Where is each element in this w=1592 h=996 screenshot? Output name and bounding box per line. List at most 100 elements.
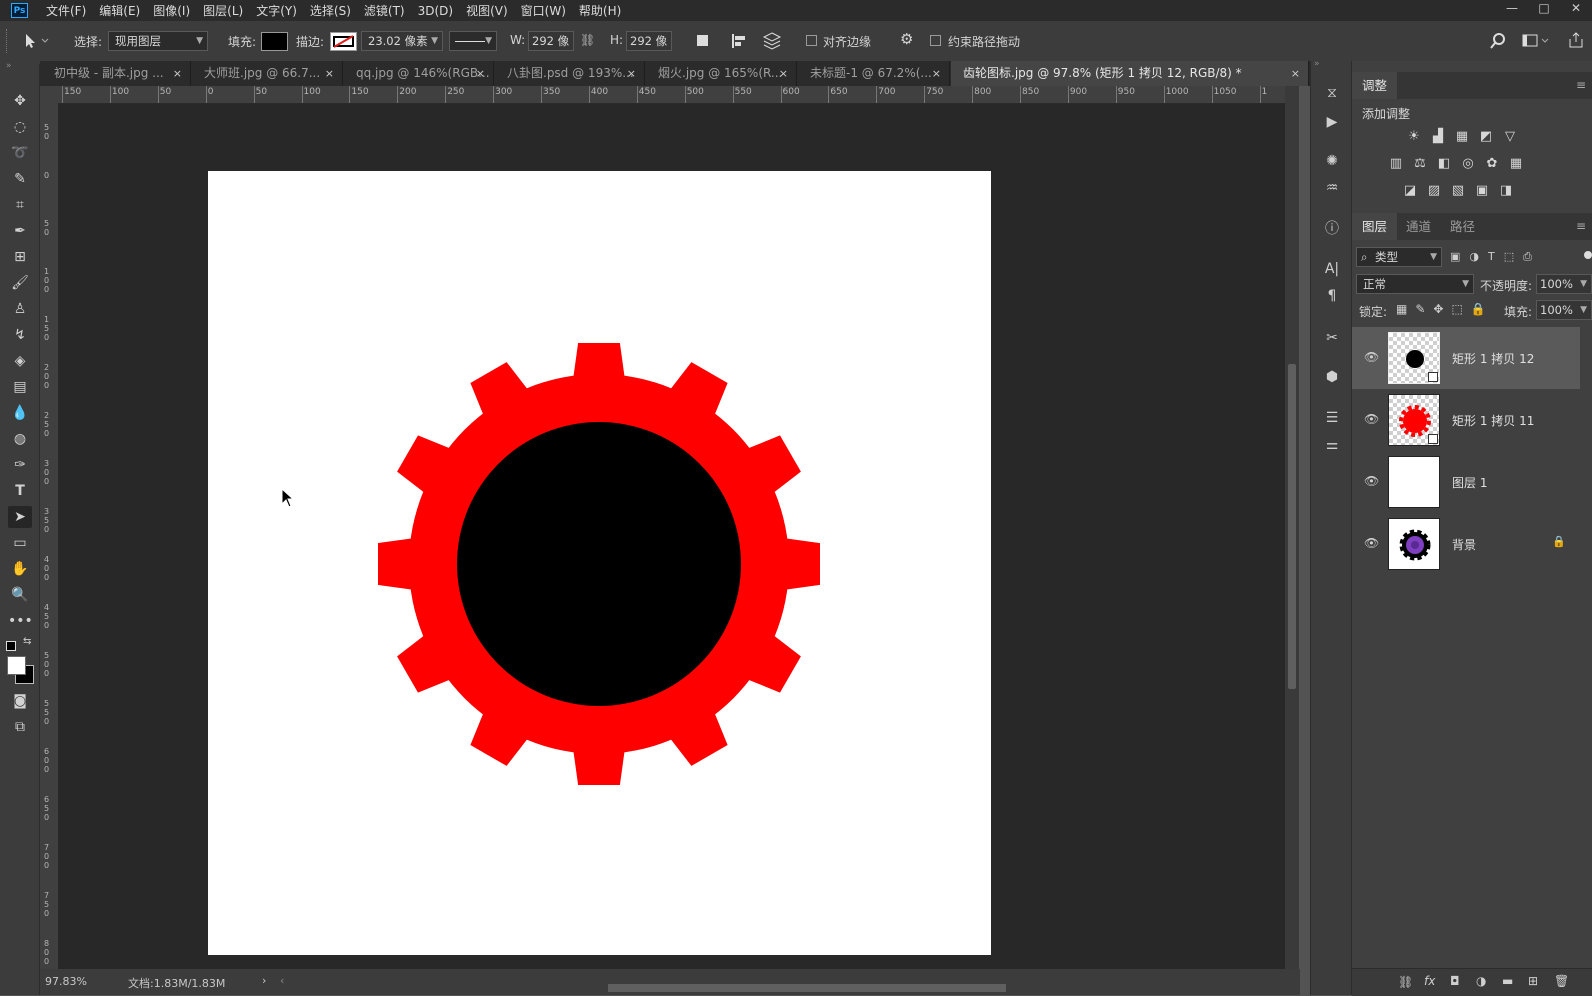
lock-options-icons[interactable]: ▦✎✥⬚🔒 bbox=[1396, 302, 1494, 316]
tab-document[interactable]: 初中级 - 副本.jpg ... × bbox=[42, 61, 191, 86]
tab-paths[interactable]: 路径 bbox=[1440, 213, 1485, 240]
more-tools-icon[interactable]: ••• bbox=[8, 610, 33, 632]
blend-mode-dropdown[interactable]: 正常 ▼ bbox=[1356, 274, 1474, 294]
brushes-icon[interactable]: ♒ bbox=[1322, 178, 1342, 198]
menu-edit[interactable]: 编辑(E) bbox=[99, 2, 140, 19]
path-operations-icon[interactable] bbox=[697, 35, 708, 46]
curves-icon[interactable]: ▦ bbox=[1454, 130, 1470, 144]
vibrance-icon[interactable]: ▽ bbox=[1502, 130, 1518, 144]
tab-layers[interactable]: 图层 bbox=[1352, 213, 1398, 240]
menu-select[interactable]: 选择(S) bbox=[310, 2, 351, 19]
eye-icon[interactable]: 👁 bbox=[1364, 350, 1379, 364]
new-group-icon[interactable]: ▬ bbox=[1502, 974, 1513, 988]
filter-toggle-icon[interactable] bbox=[1584, 251, 1592, 259]
collapse-toolbox-icon[interactable]: » bbox=[6, 61, 12, 71]
layer-name[interactable]: 背景 bbox=[1452, 536, 1476, 553]
horizontal-scroll-thumb[interactable] bbox=[608, 984, 1006, 992]
menu-type[interactable]: 文字(Y) bbox=[256, 2, 297, 19]
maximize-button[interactable]: □ bbox=[1528, 0, 1560, 21]
layer-row[interactable]: 👁 矩形 1 拷贝 12 bbox=[1352, 327, 1580, 389]
brightness-icon[interactable]: ☀ bbox=[1406, 130, 1422, 144]
color-lookup-icon[interactable]: ▦ bbox=[1508, 157, 1524, 171]
eye-icon[interactable]: 👁 bbox=[1364, 536, 1379, 550]
delete-layer-icon[interactable]: 🗑 bbox=[1554, 974, 1569, 988]
info-icon[interactable]: ⓘ bbox=[1322, 219, 1342, 239]
hand-tool-icon[interactable]: ✋ bbox=[8, 558, 32, 580]
stroke-width-field[interactable]: 23.02 像素 ▼ bbox=[361, 31, 443, 51]
search-icon[interactable] bbox=[1490, 33, 1506, 49]
tab-document[interactable]: qq.jpg @ 146%(RGB... × bbox=[344, 61, 494, 86]
collapse-icons-icon[interactable]: » bbox=[1314, 59, 1320, 69]
align-edges-checkbox[interactable] bbox=[806, 35, 817, 46]
close-tab-icon[interactable]: × bbox=[1291, 61, 1300, 86]
zoom-level[interactable]: 97.83% bbox=[45, 975, 87, 988]
close-tab-icon[interactable]: × bbox=[627, 61, 636, 86]
lasso-tool-icon[interactable]: ➰ bbox=[8, 142, 32, 164]
workspace-icon[interactable] bbox=[1522, 34, 1550, 48]
height-field[interactable]: 292 像素 bbox=[626, 31, 672, 51]
color-balance-icon[interactable]: ⚖ bbox=[1412, 157, 1428, 171]
brush-presets-icon[interactable]: ☰ bbox=[1322, 408, 1342, 428]
gradient-tool-icon[interactable]: ▤ bbox=[8, 376, 32, 398]
layer-name[interactable]: 矩形 1 拷贝 11 bbox=[1452, 412, 1534, 429]
quick-mask-icon[interactable]: ◙ bbox=[8, 690, 32, 712]
tool-presets-icon[interactable]: ✂ bbox=[1322, 328, 1342, 348]
layer-filter-icons[interactable]: ▣◑T⬚⎙ bbox=[1450, 250, 1541, 264]
brush-tool-icon[interactable]: 🖌 bbox=[8, 272, 32, 294]
menu-filter[interactable]: 滤镜(T) bbox=[364, 2, 405, 19]
history-brush-tool-icon[interactable]: ↯ bbox=[8, 324, 32, 346]
tab-document-active[interactable]: 齿轮图标.jpg @ 97.8% (矩形 1 拷贝 12, RGB/8) * × bbox=[951, 61, 1309, 86]
screen-mode-icon[interactable]: ⧉ bbox=[8, 716, 32, 738]
layer-name[interactable]: 矩形 1 拷贝 12 bbox=[1452, 350, 1534, 367]
clone-stamp-tool-icon[interactable]: ♙ bbox=[8, 298, 32, 320]
new-layer-icon[interactable]: ⊞ bbox=[1528, 974, 1538, 988]
black-white-icon[interactable]: ◧ bbox=[1436, 157, 1452, 171]
menu-3d[interactable]: 3D(D) bbox=[418, 4, 453, 18]
scroll-left-icon[interactable]: ‹ bbox=[280, 974, 284, 987]
character-icon[interactable]: A| bbox=[1322, 259, 1342, 279]
invert-icon[interactable]: ◪ bbox=[1402, 184, 1418, 198]
status-menu-arrow[interactable]: › bbox=[262, 974, 266, 987]
type-tool-icon[interactable]: T bbox=[8, 480, 32, 502]
rectangle-tool-icon[interactable]: ▭ bbox=[8, 532, 32, 554]
close-tab-icon[interactable]: × bbox=[325, 61, 334, 86]
menu-help[interactable]: 帮助(H) bbox=[579, 2, 621, 19]
close-tab-icon[interactable]: × bbox=[173, 61, 182, 86]
select-mode-dropdown[interactable]: 现用图层 ▼ bbox=[108, 31, 208, 51]
gear-icon[interactable]: ⚙ bbox=[900, 30, 913, 48]
menu-window[interactable]: 窗口(W) bbox=[521, 2, 566, 19]
stroke-color-swatch[interactable] bbox=[330, 32, 357, 51]
channel-mixer-icon[interactable]: ✿ bbox=[1484, 157, 1500, 171]
document-canvas[interactable] bbox=[208, 171, 991, 955]
constrain-path-checkbox[interactable] bbox=[930, 35, 941, 46]
exposure-icon[interactable]: ◩ bbox=[1478, 130, 1494, 144]
foreground-color-swatch[interactable] bbox=[7, 656, 26, 675]
dodge-tool-icon[interactable]: ◍ bbox=[8, 428, 32, 450]
path-selection-tool-icon[interactable]: ➤ bbox=[8, 506, 32, 528]
swap-colors-icon[interactable]: ⇆ bbox=[23, 636, 31, 647]
paragraph-icon[interactable]: ¶ bbox=[1322, 286, 1342, 306]
close-tab-icon[interactable]: × bbox=[932, 61, 941, 86]
layer-name[interactable]: 图层 1 bbox=[1452, 474, 1487, 491]
minimize-button[interactable]: — bbox=[1496, 0, 1528, 21]
vertical-scroll-thumb[interactable] bbox=[1288, 364, 1296, 689]
posterize-icon[interactable]: ▨ bbox=[1426, 184, 1442, 198]
levels-icon[interactable]: ▟ bbox=[1430, 130, 1446, 144]
layer-row[interactable]: 👁 背景 🔒 bbox=[1352, 513, 1580, 575]
close-window-button[interactable]: ✕ bbox=[1560, 0, 1592, 21]
marquee-tool-icon[interactable]: ◌ bbox=[8, 116, 32, 138]
panel-menu-icon[interactable]: ≡ bbox=[1576, 78, 1586, 92]
share-icon[interactable] bbox=[1568, 31, 1584, 49]
path-arrangement-icon[interactable] bbox=[762, 31, 782, 51]
add-mask-icon[interactable]: ◘ bbox=[1450, 974, 1460, 988]
width-field[interactable]: 292 像素 bbox=[528, 31, 574, 51]
layer-row[interactable]: 👁 图层 1 bbox=[1352, 451, 1580, 513]
fx-icon[interactable]: fx bbox=[1424, 974, 1435, 988]
actions-play-icon[interactable]: ▶ bbox=[1322, 112, 1342, 132]
quick-selection-tool-icon[interactable]: ✎ bbox=[8, 168, 32, 190]
default-colors-icon[interactable] bbox=[6, 641, 16, 651]
3d-icon[interactable]: ⬢ bbox=[1322, 367, 1342, 387]
history-icon[interactable]: ⧖ bbox=[1322, 83, 1342, 103]
blur-tool-icon[interactable]: 💧 bbox=[8, 402, 32, 424]
hue-saturation-icon[interactable]: ▥ bbox=[1388, 157, 1404, 171]
